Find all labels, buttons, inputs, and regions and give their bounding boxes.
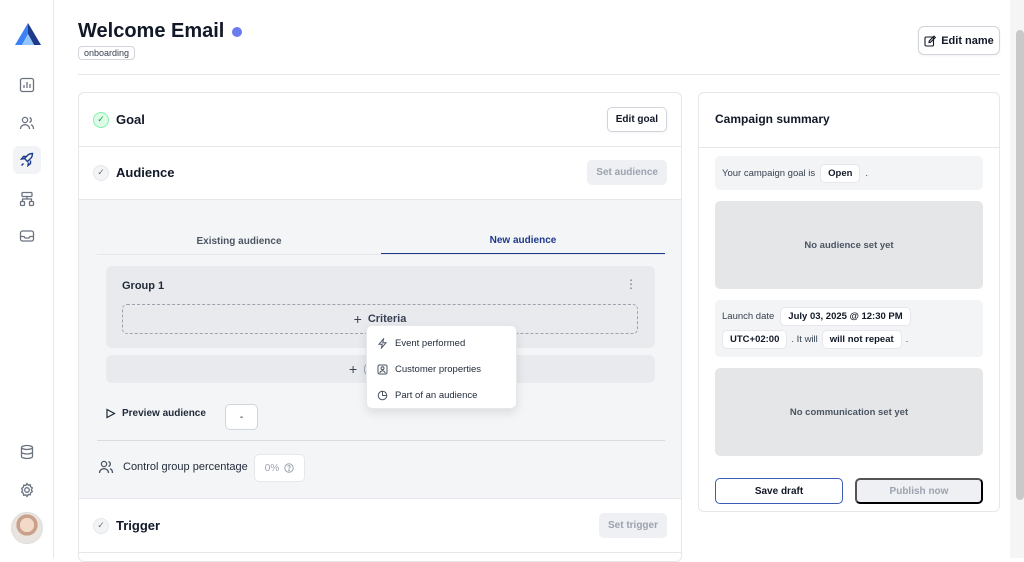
goal-label: Goal xyxy=(116,112,145,127)
more-vertical-icon[interactable]: ⋮ xyxy=(625,278,637,290)
check-icon: ✓ xyxy=(93,517,109,534)
edit-name-label: Edit name xyxy=(941,34,994,47)
plus-icon: + xyxy=(353,311,362,327)
check-icon: ✓ xyxy=(93,164,109,181)
gear-icon[interactable] xyxy=(13,476,41,504)
inbox-icon[interactable] xyxy=(13,222,41,250)
set-trigger-button[interactable]: Set trigger xyxy=(598,513,667,538)
users-icon xyxy=(98,460,114,474)
plus-icon: + xyxy=(349,361,358,377)
user-card-icon xyxy=(377,364,388,375)
control-group-label: Control group percentage xyxy=(123,461,248,473)
control-group: Control group percentage xyxy=(98,459,248,475)
launch-summary: Launch date July 03, 2025 @ 12:30 PM UTC… xyxy=(715,300,983,357)
rocket-icon[interactable] xyxy=(13,146,41,174)
pie-chart-icon xyxy=(377,390,388,401)
goal-step[interactable]: ✓ Goal Edit goal xyxy=(79,93,681,146)
status-dot xyxy=(232,26,243,37)
header-divider xyxy=(78,74,1000,75)
menu-item-label: Part of an audience xyxy=(395,389,478,401)
campaign-name: Welcome Email xyxy=(78,20,225,42)
preview-audience-button[interactable]: Preview audience xyxy=(105,408,206,419)
group-title: Group 1 xyxy=(122,280,165,292)
edit-icon xyxy=(924,34,937,47)
page-title: Welcome Email xyxy=(78,20,243,43)
goal-summary: Your campaign goal is Open . xyxy=(715,156,983,190)
criteria-dropdown: Event performed Customer properties Part… xyxy=(366,325,517,409)
play-icon xyxy=(106,408,116,419)
preview-count: - xyxy=(225,404,258,430)
edit-goal-button[interactable]: Edit goal xyxy=(606,107,667,132)
brand-logo-icon[interactable] xyxy=(14,22,42,46)
launch-date-value: July 03, 2025 @ 12:30 PM xyxy=(780,307,911,326)
summary-title: Campaign summary xyxy=(715,112,830,126)
menu-item-label: Event performed xyxy=(395,337,466,349)
timezone-value: UTC+02:00 xyxy=(722,330,788,349)
communication-summary-empty: No communication set yet xyxy=(715,368,983,456)
audience-label: Audience xyxy=(116,165,175,180)
chart-icon[interactable] xyxy=(13,71,41,99)
flow-icon[interactable] xyxy=(13,185,41,213)
menu-item-part-of-audience[interactable]: Part of an audience xyxy=(367,382,516,408)
users-icon[interactable] xyxy=(13,109,41,137)
campaign-tag: onboarding xyxy=(78,46,136,60)
scrollbar[interactable] xyxy=(1016,30,1024,500)
avatar[interactable] xyxy=(11,512,43,544)
check-icon: ✓ xyxy=(93,111,109,128)
save-draft-button[interactable]: Save draft xyxy=(715,478,843,504)
repeat-row: UTC+02:00 . It will will not repeat . xyxy=(722,330,908,349)
tab-existing-audience[interactable]: Existing audience xyxy=(97,227,381,255)
goal-summary-suffix: . xyxy=(865,167,869,179)
divider xyxy=(699,147,999,148)
criteria-label: Criteria xyxy=(367,313,407,325)
control-group-value: 0% xyxy=(264,462,280,474)
divider xyxy=(97,440,665,441)
goal-summary-prefix: Your campaign goal is xyxy=(722,167,816,179)
launch-date-row: Launch date July 03, 2025 @ 12:30 PM xyxy=(722,307,911,326)
trigger-label: Trigger xyxy=(116,518,161,533)
audience-summary-empty: No audience set yet xyxy=(715,201,983,289)
trigger-step[interactable]: ✓ Trigger Set trigger xyxy=(79,499,681,552)
sidebar xyxy=(0,0,54,558)
audience-step[interactable]: ✓ Audience Set audience xyxy=(79,146,681,199)
lightning-icon xyxy=(377,337,388,349)
publish-now-button[interactable]: Publish now xyxy=(855,478,983,504)
menu-item-customer-properties[interactable]: Customer properties xyxy=(367,356,516,382)
help-icon[interactable] xyxy=(284,463,294,473)
database-icon[interactable] xyxy=(13,438,41,466)
edit-name-button[interactable]: Edit name xyxy=(918,26,1000,55)
launch-date-prefix: Launch date xyxy=(722,311,775,322)
goal-summary-value: Open xyxy=(820,163,861,183)
preview-audience-label: Preview audience xyxy=(122,408,206,419)
tab-divider xyxy=(97,254,665,255)
set-audience-button[interactable]: Set audience xyxy=(587,160,667,185)
control-group-input[interactable]: 0% xyxy=(254,454,305,482)
tab-new-audience[interactable]: New audience xyxy=(381,227,665,255)
divider xyxy=(79,552,681,553)
menu-item-label: Customer properties xyxy=(395,363,482,375)
repeat-value: will not repeat xyxy=(821,330,902,349)
repeat-suffix: . xyxy=(905,334,909,345)
campaign-summary-card: Campaign summary Your campaign goal is O… xyxy=(698,92,1000,512)
repeat-prefix: . It will xyxy=(791,334,818,345)
audience-tabs: Existing audience New audience xyxy=(97,227,665,255)
menu-item-event-performed[interactable]: Event performed xyxy=(367,330,516,356)
